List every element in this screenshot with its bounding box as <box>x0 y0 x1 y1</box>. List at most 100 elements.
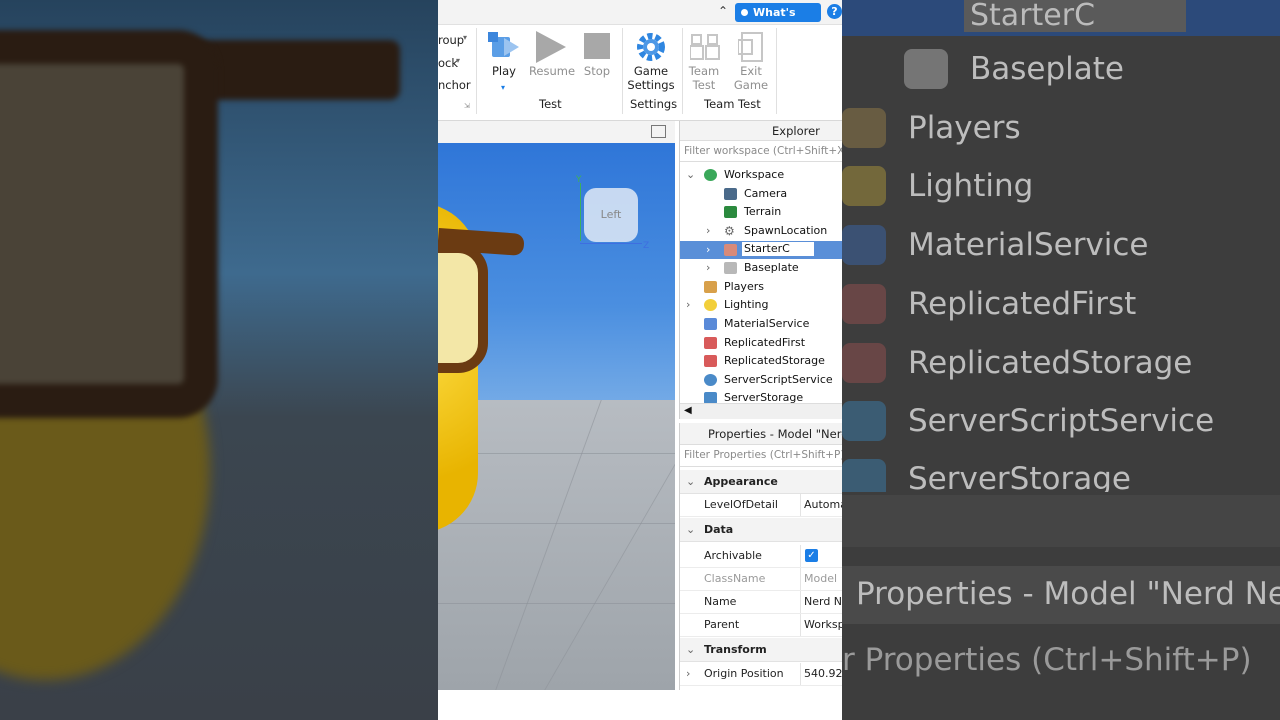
view-selector-cube[interactable]: Left <box>584 188 638 242</box>
chevron-right-icon[interactable]: › <box>686 663 690 685</box>
tree-item-terrain[interactable]: Terrain <box>680 203 842 221</box>
tree-item-replicatedfirst[interactable]: ReplicatedFirst <box>680 334 842 352</box>
baseplate-icon <box>904 49 948 89</box>
column-divider <box>800 494 801 516</box>
property-name[interactable]: Name Nerd Ne <box>680 591 842 614</box>
column-divider <box>800 614 801 636</box>
tree-item-players[interactable]: Players <box>680 278 842 296</box>
material-service-icon <box>842 225 886 265</box>
stop-button[interactable]: Stop <box>578 64 616 78</box>
anchor-menu-item[interactable]: nchor <box>438 78 471 92</box>
tree-item-starterc-selected[interactable]: › StarterC <box>680 241 842 259</box>
bottom-margin <box>438 690 842 720</box>
axis-y-label: Y <box>576 175 582 185</box>
zoom-row: ReplicatedFirst <box>842 277 1280 331</box>
group-menu-item[interactable]: roup <box>438 33 464 47</box>
collapse-ribbon-icon[interactable]: ⌃ <box>718 4 728 18</box>
ribbon-separator <box>682 28 683 114</box>
tree-item-spawnlocation[interactable]: › ⚙ SpawnLocation <box>680 222 842 240</box>
terrain-icon <box>724 206 737 218</box>
play-icon <box>488 32 519 57</box>
globe-icon <box>704 169 717 181</box>
zoom-properties-filter: r Properties (Ctrl+Shift+P) <box>842 642 1252 678</box>
chevron-down-icon[interactable]: ▾ <box>501 83 505 92</box>
blurred-glasses-lens <box>0 30 218 418</box>
explorer-title: Explorer <box>680 121 842 141</box>
dot-icon <box>741 9 748 16</box>
zoom-row: ReplicatedStorage <box>842 336 1280 390</box>
axis-y-line <box>580 183 581 241</box>
left-blurred-backdrop <box>0 0 438 720</box>
ribbon-separator <box>476 28 477 114</box>
whats-new-button[interactable]: What's New <box>735 3 821 38</box>
tree-item-camera[interactable]: Camera <box>680 185 842 203</box>
exit-game-icon <box>738 32 763 62</box>
spawn-gear-icon: ⚙ <box>724 224 735 238</box>
tree-item-lighting[interactable]: › Lighting <box>680 296 842 314</box>
chevron-right-icon[interactable]: › <box>706 222 710 240</box>
archivable-checkbox[interactable]: ✓ <box>805 549 818 562</box>
zoom-row: ServerStorage <box>842 452 1280 492</box>
explorer-filter-input[interactable]: Filter workspace (Ctrl+Shift+X) <box>680 141 842 162</box>
chevron-down-icon: ⌄ <box>686 475 696 488</box>
chevron-right-icon[interactable]: › <box>706 241 710 259</box>
tree-item-baseplate[interactable]: › Baseplate <box>680 259 842 277</box>
properties-panel: Properties - Model "Nerd Ne Filter Prope… <box>679 423 842 690</box>
tree-item-serverscriptservice[interactable]: ServerScriptService <box>680 371 842 389</box>
test-group-label: Test <box>539 97 562 111</box>
properties-title: Properties - Model "Nerd Ne <box>680 423 842 445</box>
chevron-right-icon[interactable]: › <box>686 296 690 314</box>
replicated-storage-icon <box>842 343 886 383</box>
zoom-rename-field: StarterC <box>964 0 1186 32</box>
chevron-right-icon[interactable]: › <box>706 259 710 277</box>
tree-item-replicatedstorage[interactable]: ReplicatedStorage <box>680 352 842 370</box>
help-button[interactable]: ? <box>827 4 842 19</box>
zoom-scrollbar-band <box>842 495 1280 547</box>
axis-z-line <box>580 243 642 244</box>
section-appearance[interactable]: ⌄ Appearance <box>680 470 842 494</box>
section-transform[interactable]: ⌄ Transform <box>680 638 842 662</box>
chevron-down-icon: ⌄ <box>686 523 696 536</box>
nerd-glasses-lens <box>438 243 488 373</box>
3d-viewport[interactable]: Y Z Left <box>438 143 675 690</box>
property-parent[interactable]: Parent Workspa <box>680 614 842 637</box>
server-script-service-icon <box>704 374 717 386</box>
exit-game-button[interactable]: Exit Game <box>731 64 771 92</box>
server-script-service-icon <box>842 401 886 441</box>
property-archivable[interactable]: Archivable ✓ <box>680 545 842 568</box>
scroll-left-icon[interactable]: ◀ <box>684 405 692 416</box>
chevron-down-icon[interactable]: ⌄ <box>686 166 695 184</box>
gear-icon <box>637 33 665 61</box>
section-data[interactable]: ⌄ Data <box>680 518 842 542</box>
tree-item-materialservice[interactable]: MaterialService <box>680 315 842 333</box>
property-origin-position[interactable]: › Origin Position 540.927 <box>680 663 842 686</box>
material-service-icon <box>704 318 717 330</box>
lightbulb-icon <box>704 299 717 311</box>
tree-item-serverstorage[interactable]: ServerStorage <box>680 389 842 403</box>
zoom-row: Baseplate <box>842 42 1280 96</box>
column-divider <box>800 663 801 685</box>
axis-z-label: Z <box>643 241 650 251</box>
zoom-row: ServerScriptService <box>842 394 1280 448</box>
rename-input[interactable]: StarterC <box>742 242 814 256</box>
server-storage-icon <box>704 392 717 403</box>
replicated-first-icon <box>704 337 717 349</box>
team-test-group-label: Team Test <box>704 97 761 111</box>
properties-filter-input[interactable]: Filter Properties (Ctrl+Shift+P) <box>680 445 842 467</box>
window-toggle-icon[interactable] <box>651 125 666 138</box>
model-icon <box>724 244 737 256</box>
game-settings-button[interactable]: Game Settings <box>626 64 676 92</box>
zoom-row: Players <box>842 101 1280 155</box>
column-divider <box>800 591 801 613</box>
column-divider <box>800 568 801 590</box>
settings-group-label: Settings <box>630 97 678 111</box>
dialog-launcher-icon[interactable]: ⇲ <box>464 102 470 110</box>
play-button[interactable]: Play <box>484 64 524 78</box>
property-levelofdetail[interactable]: LevelOfDetail Automa <box>680 494 842 517</box>
explorer-panel: Explorer Filter workspace (Ctrl+Shift+X)… <box>679 121 842 419</box>
team-test-button[interactable]: Team Test <box>684 64 724 92</box>
explorer-horizontal-scrollbar[interactable]: ◀ <box>680 403 842 419</box>
resume-button[interactable]: Resume <box>527 64 577 78</box>
ribbon-separator <box>622 28 623 114</box>
tree-item-workspace[interactable]: ⌄ Workspace <box>680 166 842 184</box>
